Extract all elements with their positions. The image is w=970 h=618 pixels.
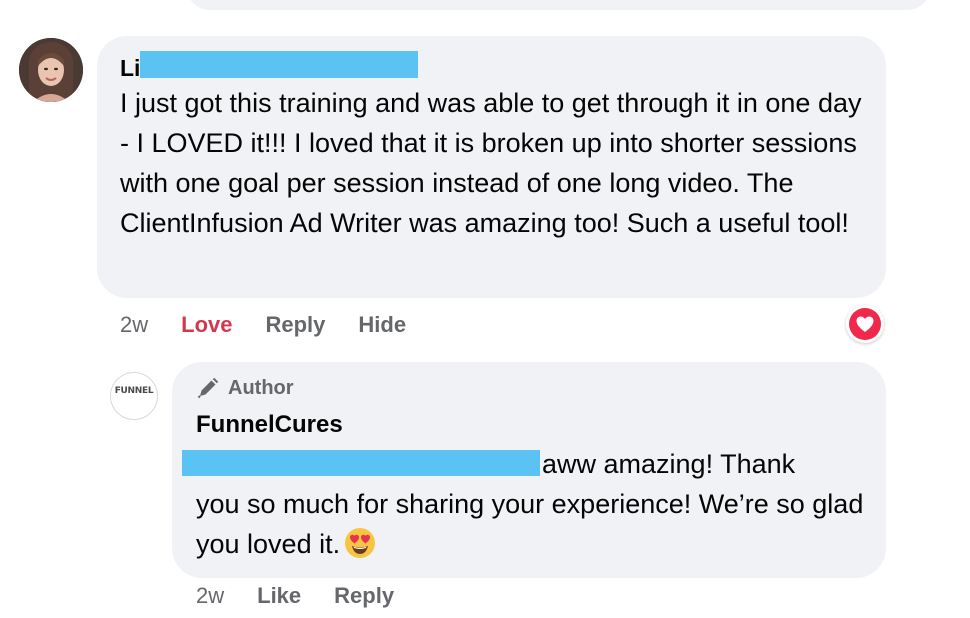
redaction-box — [182, 450, 540, 476]
author-badge: Author — [196, 376, 294, 400]
heart-eyes-emoji — [344, 527, 376, 559]
previous-comment-bubble — [186, 0, 931, 10]
pen-icon — [197, 377, 219, 399]
user-avatar[interactable] — [19, 38, 83, 102]
reply-text-rest: you so much for sharing your experience!… — [196, 489, 864, 559]
reply-button[interactable]: Reply — [265, 312, 325, 338]
author-badge-label: Author — [228, 376, 294, 399]
comment-author-name[interactable]: Li — [120, 55, 140, 81]
reply-button[interactable]: Reply — [334, 583, 394, 609]
page-avatar-logo-text: FUNNEL — [114, 386, 154, 396]
hide-button[interactable]: Hide — [358, 312, 406, 338]
reply-actions: 2w Like Reply — [196, 583, 394, 609]
page-avatar[interactable]: FUNNEL — [110, 372, 158, 420]
comment-text: I just got this training and was able to… — [120, 88, 862, 238]
comment-timestamp[interactable]: 2w — [120, 312, 148, 338]
reaction-badge[interactable] — [846, 305, 884, 343]
reply-timestamp[interactable]: 2w — [196, 583, 224, 609]
reply-author-name[interactable]: FunnelCures — [196, 411, 343, 439]
comment-actions: 2w Love Reply Hide — [120, 312, 406, 338]
reply-text-line-1: aww amazing! Thank — [542, 449, 796, 479]
heart-icon — [849, 308, 881, 340]
love-button[interactable]: Love — [181, 312, 232, 338]
like-button[interactable]: Like — [257, 583, 301, 609]
redaction-box — [140, 51, 418, 78]
reply-text: you so much for sharing your experience!… — [196, 484, 866, 564]
